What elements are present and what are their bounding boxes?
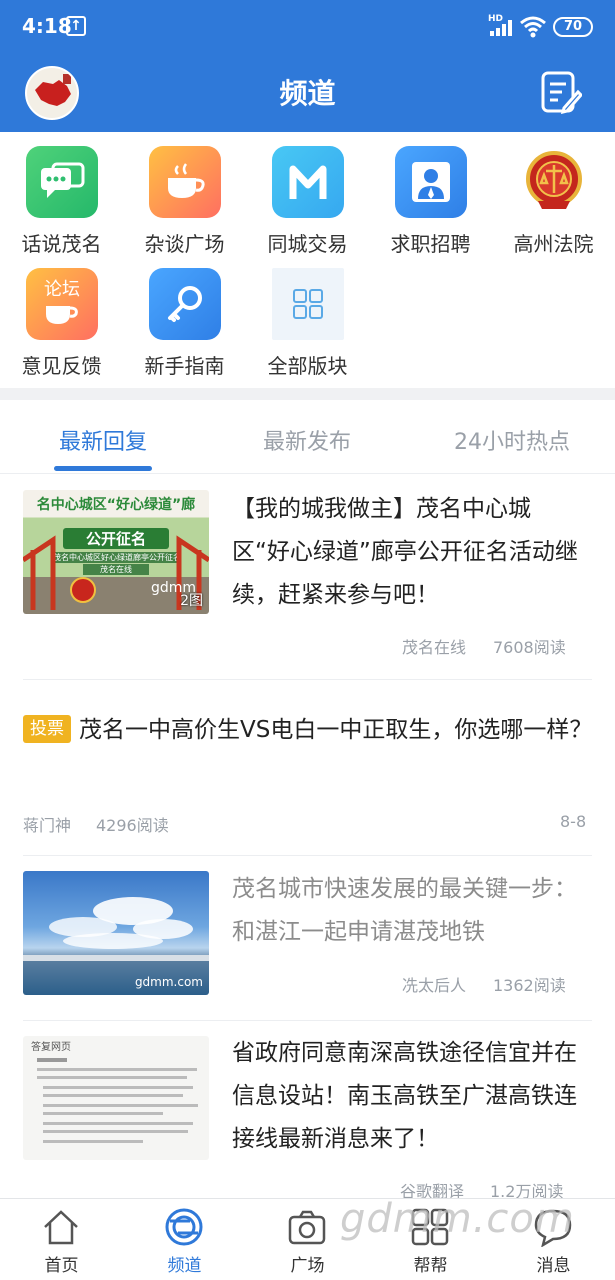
channel-label: 话说茂名: [21, 232, 102, 256]
post-thumbnail: 答复网页: [23, 1036, 209, 1160]
camera-icon: [288, 1210, 326, 1245]
site-watermark: gdmm.com: [340, 1196, 575, 1242]
channel-label: 高州法院: [513, 232, 594, 256]
tab-24h-hot[interactable]: 24小时热点: [412, 424, 612, 456]
coffee-cup-icon: [149, 146, 221, 218]
feed-tabs: 最新回复 最新发布 24小时热点: [0, 400, 615, 474]
list-item[interactable]: 投票 茂名一中高价生VS电白一中正取生，你选哪一样？ 蒋门神 4296阅读 8-8: [0, 680, 615, 856]
nav-label: 消息: [536, 1256, 571, 1276]
status-time: 4:18: [22, 14, 72, 38]
post-author: 蒋门神: [23, 816, 72, 835]
nav-channel[interactable]: 频道: [123, 1199, 246, 1280]
post-thumbnail: gdmm.com: [23, 871, 209, 995]
grid-icon: [272, 268, 344, 340]
wifi-icon: [520, 16, 546, 38]
thumb-watermark: gdmm.com: [134, 975, 203, 989]
channel-qiuzhi[interactable]: 求职招聘: [369, 132, 492, 256]
channel-zhinan[interactable]: 新手指南: [123, 254, 246, 378]
channel-fankui[interactable]: 论坛 意见反馈: [0, 254, 123, 378]
home-icon: [44, 1210, 78, 1245]
post-read-count: 4296阅读: [96, 816, 169, 835]
thumb-banner: 名中心城区“好心绿道”廊: [36, 497, 196, 513]
document-text-lines: [37, 1058, 198, 1143]
nav-label: 首页: [44, 1256, 79, 1276]
channel-fayuan[interactable]: 高州法院: [492, 132, 615, 256]
post-title: 茂名一中高价生VS电白一中正取生，你选哪一样？: [79, 717, 593, 743]
job-seeker-icon: [395, 146, 467, 218]
page-title: 频道: [279, 77, 336, 110]
channel-tongcheng[interactable]: 同城交易: [246, 132, 369, 256]
thumb-heading: 答复网页: [31, 1042, 71, 1053]
list-item[interactable]: gdmm.com 茂名城市快速发展的最关键一步：和湛江一起申请湛茂地铁 冼太后人…: [0, 856, 615, 1021]
tab-latest-post[interactable]: 最新发布: [207, 424, 407, 456]
forum-icon: 论坛: [26, 268, 98, 340]
post-title[interactable]: 省政府同意南深高铁途径信宜并在信息设站！南玉高铁至广湛高铁连接线最新消息来了！: [232, 1032, 582, 1161]
post-date: 8-8: [560, 812, 587, 831]
tab-latest-reply[interactable]: 最新回复: [3, 424, 203, 456]
channel-grid: 话说茂名 杂谈广场 同城交易 求职招聘 高州法院 论坛 意见反馈 新手指南 全部…: [0, 132, 615, 388]
channel-label: 全部版块: [267, 354, 348, 378]
m-logo-icon: [272, 146, 344, 218]
list-item[interactable]: 名中心城区“好心绿道”廊 公开征名 茂名中心城区好心绿道廊亭公开征名 茂名在线 …: [0, 474, 615, 680]
channel-label: 求职招聘: [390, 232, 471, 256]
channel-zatan[interactable]: 杂谈广场: [123, 132, 246, 256]
signal-icon: [490, 20, 512, 36]
tab-indicator: [54, 466, 152, 471]
section-separator: [0, 388, 615, 400]
channel-huashuo[interactable]: 话说茂名: [0, 132, 123, 256]
nav-home[interactable]: 首页: [0, 1199, 123, 1280]
list-item[interactable]: 答复网页 省政府同意南深高铁途径信宜并在信息设站！南玉高铁至广湛高铁连接线最新消…: [0, 1020, 615, 1201]
nav-label: 频道: [167, 1256, 202, 1276]
post-read-count: 7608阅读: [493, 638, 566, 657]
status-bar: 4:18 ↑ HD 70: [0, 0, 615, 56]
channel-icon: [165, 1208, 203, 1246]
channel-label: 杂谈广场: [144, 232, 225, 256]
post-title[interactable]: 茂名城市快速发展的最关键一步：和湛江一起申请湛茂地铁: [232, 868, 582, 954]
channel-all[interactable]: 全部版块: [246, 254, 369, 378]
upload-icon: ↑: [66, 16, 86, 36]
battery-icon: 70: [553, 17, 593, 37]
key-icon: [149, 268, 221, 340]
nav-label: 广场: [290, 1256, 325, 1276]
channel-label: 同城交易: [267, 232, 348, 256]
post-author: 冼太后人: [402, 976, 467, 995]
nav-label: 帮帮: [413, 1256, 448, 1276]
compose-icon[interactable]: [540, 70, 582, 114]
post-read-count: 1362阅读: [493, 976, 566, 995]
chat-bubbles-icon: [26, 146, 98, 218]
image-count-badge: 2图: [180, 593, 203, 609]
channel-label: 新手指南: [144, 354, 225, 378]
post-title[interactable]: 【我的城我做主】茂名中心城区“好心绿道”廊亭公开征名活动继续，赶紧来参与吧！: [232, 488, 582, 617]
top-bar: 4:18 ↑ HD 70 频道: [0, 0, 615, 132]
post-author: 茂名在线: [402, 638, 467, 657]
post-title-block[interactable]: 投票 茂名一中高价生VS电白一中正取生，你选哪一样？: [23, 708, 593, 752]
post-thumbnail: 名中心城区“好心绿道”廊 公开征名 茂名中心城区好心绿道廊亭公开征名 茂名在线 …: [23, 490, 209, 614]
court-emblem-icon: [518, 146, 590, 218]
channel-label: 意见反馈: [21, 354, 102, 378]
forum-icon-text: 论坛: [44, 279, 80, 300]
vote-tag: 投票: [23, 715, 71, 743]
